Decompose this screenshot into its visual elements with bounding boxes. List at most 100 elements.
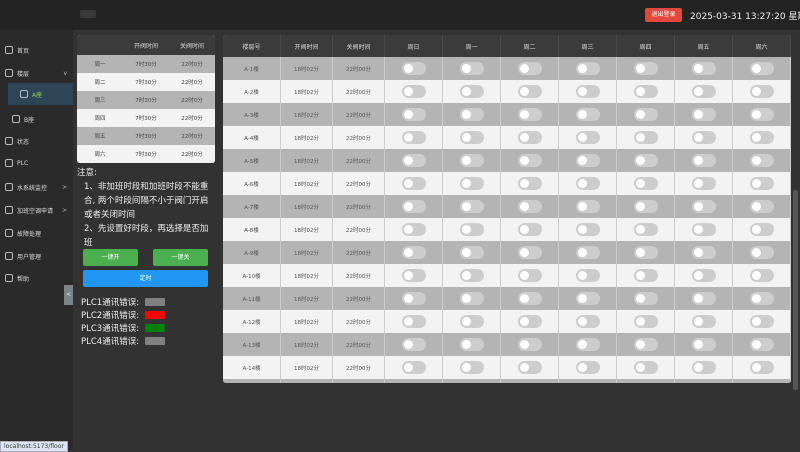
collapse-sidebar-button[interactable]: <	[64, 285, 73, 305]
day-toggle[interactable]	[517, 108, 542, 121]
day-toggle[interactable]	[401, 315, 426, 328]
day-toggle[interactable]	[633, 315, 658, 328]
day-toggle[interactable]	[633, 269, 658, 282]
day-toggle[interactable]	[517, 154, 542, 167]
day-toggle[interactable]	[517, 246, 542, 259]
day-toggle[interactable]	[691, 108, 716, 121]
day-toggle[interactable]	[749, 154, 774, 167]
day-toggle[interactable]	[401, 269, 426, 282]
day-toggle[interactable]	[575, 62, 600, 75]
day-toggle[interactable]	[691, 338, 716, 351]
day-toggle[interactable]	[691, 177, 716, 190]
day-toggle[interactable]	[459, 269, 484, 282]
day-toggle[interactable]	[575, 200, 600, 213]
day-toggle[interactable]	[749, 338, 774, 351]
day-toggle[interactable]	[517, 177, 542, 190]
day-toggle[interactable]	[517, 62, 542, 75]
scrollbar[interactable]	[793, 190, 798, 390]
day-toggle[interactable]	[401, 223, 426, 236]
day-toggle[interactable]	[459, 223, 484, 236]
day-toggle[interactable]	[633, 200, 658, 213]
day-toggle[interactable]	[517, 292, 542, 305]
sidebar-item[interactable]: 故障处理	[0, 223, 73, 243]
all-off-button[interactable]: 一键关	[153, 249, 208, 266]
day-toggle[interactable]	[401, 62, 426, 75]
day-toggle[interactable]	[691, 246, 716, 259]
day-toggle[interactable]	[749, 223, 774, 236]
day-toggle[interactable]	[633, 85, 658, 98]
sidebar-item[interactable]: 楼层 v	[0, 63, 73, 83]
day-toggle[interactable]	[575, 246, 600, 259]
day-toggle[interactable]	[459, 62, 484, 75]
day-toggle[interactable]	[517, 200, 542, 213]
day-toggle[interactable]	[691, 292, 716, 305]
day-toggle[interactable]	[401, 131, 426, 144]
sidebar-item[interactable]: 首页	[0, 40, 73, 60]
day-toggle[interactable]	[459, 85, 484, 98]
day-toggle[interactable]	[575, 131, 600, 144]
day-toggle[interactable]	[691, 315, 716, 328]
day-toggle[interactable]	[401, 154, 426, 167]
day-toggle[interactable]	[749, 85, 774, 98]
day-toggle[interactable]	[575, 108, 600, 121]
day-toggle[interactable]	[459, 315, 484, 328]
sidebar-item[interactable]: 用户管理	[0, 246, 73, 266]
day-toggle[interactable]	[401, 361, 426, 374]
day-toggle[interactable]	[749, 361, 774, 374]
day-toggle[interactable]	[749, 315, 774, 328]
sidebar-item[interactable]: PLC	[0, 153, 73, 173]
day-toggle[interactable]	[401, 200, 426, 213]
day-toggle[interactable]	[517, 223, 542, 236]
sidebar-item[interactable]: A座	[8, 83, 73, 105]
day-toggle[interactable]	[459, 361, 484, 374]
sidebar-item[interactable]: 加班空调申请 >	[0, 200, 73, 220]
day-toggle[interactable]	[749, 292, 774, 305]
day-toggle[interactable]	[691, 131, 716, 144]
day-toggle[interactable]	[633, 62, 658, 75]
day-toggle[interactable]	[517, 361, 542, 374]
day-toggle[interactable]	[401, 246, 426, 259]
day-toggle[interactable]	[575, 177, 600, 190]
all-on-button[interactable]: 一键开	[83, 249, 138, 266]
day-toggle[interactable]	[401, 292, 426, 305]
day-toggle[interactable]	[517, 338, 542, 351]
day-toggle[interactable]	[633, 154, 658, 167]
day-toggle[interactable]	[633, 292, 658, 305]
day-toggle[interactable]	[691, 223, 716, 236]
day-toggle[interactable]	[633, 246, 658, 259]
day-toggle[interactable]	[633, 361, 658, 374]
day-toggle[interactable]	[633, 108, 658, 121]
day-toggle[interactable]	[459, 200, 484, 213]
day-toggle[interactable]	[459, 292, 484, 305]
day-toggle[interactable]	[633, 131, 658, 144]
day-toggle[interactable]	[575, 338, 600, 351]
day-toggle[interactable]	[517, 131, 542, 144]
day-toggle[interactable]	[749, 200, 774, 213]
day-toggle[interactable]	[749, 269, 774, 282]
day-toggle[interactable]	[459, 177, 484, 190]
day-toggle[interactable]	[691, 62, 716, 75]
sidebar-item[interactable]: 状态	[0, 131, 73, 151]
day-toggle[interactable]	[401, 85, 426, 98]
sidebar-item[interactable]: 水系统监控 >	[0, 177, 73, 197]
day-toggle[interactable]	[459, 108, 484, 121]
day-toggle[interactable]	[749, 62, 774, 75]
day-toggle[interactable]	[633, 223, 658, 236]
day-toggle[interactable]	[691, 85, 716, 98]
day-toggle[interactable]	[575, 315, 600, 328]
timer-button[interactable]: 定时	[83, 270, 208, 287]
day-toggle[interactable]	[575, 361, 600, 374]
day-toggle[interactable]	[749, 177, 774, 190]
day-toggle[interactable]	[575, 154, 600, 167]
day-toggle[interactable]	[575, 292, 600, 305]
day-toggle[interactable]	[517, 85, 542, 98]
day-toggle[interactable]	[401, 338, 426, 351]
sidebar-item[interactable]: 帮助	[0, 268, 73, 288]
day-toggle[interactable]	[575, 269, 600, 282]
day-toggle[interactable]	[459, 131, 484, 144]
day-toggle[interactable]	[691, 361, 716, 374]
day-toggle[interactable]	[401, 108, 426, 121]
day-toggle[interactable]	[691, 269, 716, 282]
day-toggle[interactable]	[459, 154, 484, 167]
day-toggle[interactable]	[459, 246, 484, 259]
